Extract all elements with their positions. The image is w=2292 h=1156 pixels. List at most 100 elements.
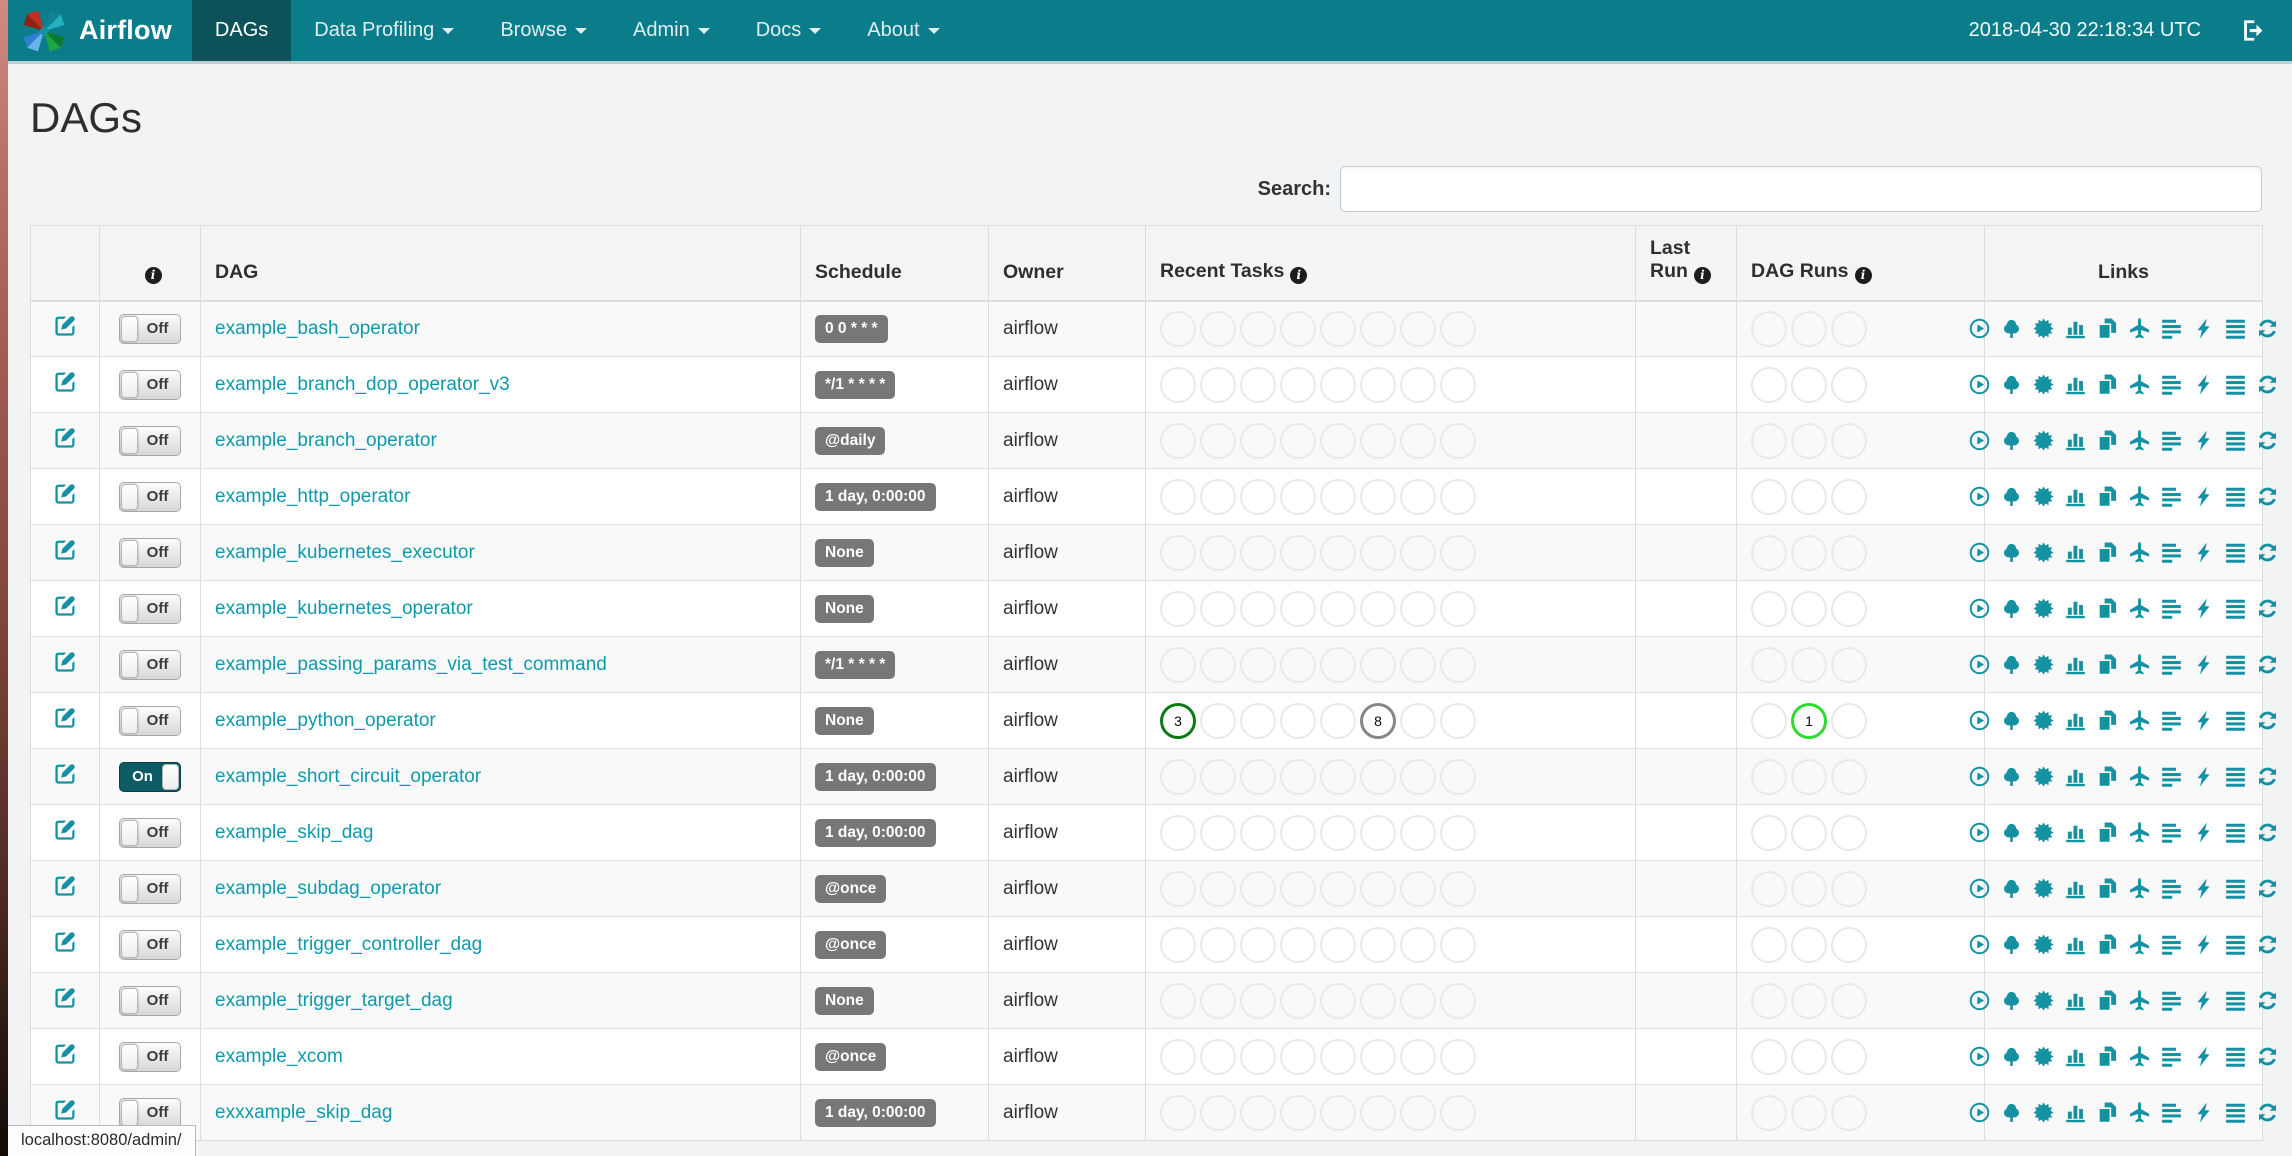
task-instances-icon[interactable] xyxy=(2224,1101,2247,1124)
task-instances-icon[interactable] xyxy=(2224,877,2247,900)
tree-view-icon[interactable] xyxy=(2000,821,2023,844)
dag-link[interactable]: example_http_operator xyxy=(215,486,410,507)
edit-dag-button[interactable] xyxy=(54,986,77,1009)
recent-task-circle[interactable] xyxy=(1400,646,1436,683)
task-tries-icon[interactable] xyxy=(2096,933,2119,956)
dag-link[interactable]: example_passing_params_via_test_command xyxy=(215,654,607,675)
dag-run-circle[interactable] xyxy=(1791,310,1827,347)
gantt-view-icon[interactable] xyxy=(2160,429,2183,452)
tree-view-icon[interactable] xyxy=(2000,1101,2023,1124)
code-view-icon[interactable] xyxy=(2192,765,2215,788)
task-tries-icon[interactable] xyxy=(2096,653,2119,676)
recent-task-circle[interactable] xyxy=(1320,1094,1356,1131)
task-tries-icon[interactable] xyxy=(2096,1101,2119,1124)
dag-link[interactable]: example_short_circuit_operator xyxy=(215,766,481,787)
code-view-icon[interactable] xyxy=(2192,877,2215,900)
code-view-icon[interactable] xyxy=(2192,373,2215,396)
recent-task-circle[interactable] xyxy=(1400,366,1436,403)
recent-task-circle[interactable] xyxy=(1280,1094,1316,1131)
recent-task-circle[interactable] xyxy=(1320,534,1356,571)
recent-task-circle[interactable] xyxy=(1200,926,1236,963)
task-duration-icon[interactable] xyxy=(2064,765,2087,788)
graph-view-icon[interactable] xyxy=(2032,1101,2055,1124)
landing-times-icon[interactable] xyxy=(2128,597,2151,620)
refresh-icon[interactable] xyxy=(2256,317,2279,340)
task-duration-icon[interactable] xyxy=(2064,877,2087,900)
recent-task-circle[interactable] xyxy=(1240,702,1276,739)
recent-task-circle[interactable] xyxy=(1440,422,1476,459)
recent-task-circle[interactable] xyxy=(1280,982,1316,1019)
dag-run-circle[interactable] xyxy=(1831,534,1867,571)
refresh-icon[interactable] xyxy=(2256,485,2279,508)
task-duration-icon[interactable] xyxy=(2064,541,2087,564)
edit-dag-button[interactable] xyxy=(54,538,77,561)
task-tries-icon[interactable] xyxy=(2096,765,2119,788)
dag-link[interactable]: example_subdag_operator xyxy=(215,878,441,899)
dag-run-circle[interactable] xyxy=(1831,590,1867,627)
trigger-dag-icon[interactable] xyxy=(1968,877,1991,900)
dag-run-circle[interactable] xyxy=(1831,926,1867,963)
dag-link[interactable]: example_skip_dag xyxy=(215,822,373,843)
recent-task-circle[interactable] xyxy=(1320,310,1356,347)
dag-link[interactable]: example_trigger_controller_dag xyxy=(215,934,482,955)
task-instances-icon[interactable] xyxy=(2224,709,2247,732)
gantt-view-icon[interactable] xyxy=(2160,1045,2183,1068)
task-tries-icon[interactable] xyxy=(2096,429,2119,452)
tree-view-icon[interactable] xyxy=(2000,541,2023,564)
recent-task-circle[interactable] xyxy=(1200,478,1236,515)
task-tries-icon[interactable] xyxy=(2096,485,2119,508)
dag-pause-toggle[interactable]: Off xyxy=(119,649,181,680)
gantt-view-icon[interactable] xyxy=(2160,653,2183,676)
task-instances-icon[interactable] xyxy=(2224,653,2247,676)
dag-run-circle[interactable] xyxy=(1831,478,1867,515)
dag-run-circle[interactable] xyxy=(1751,1094,1787,1131)
tree-view-icon[interactable] xyxy=(2000,317,2023,340)
dag-run-circle[interactable]: 1 xyxy=(1791,702,1827,739)
recent-task-circle[interactable] xyxy=(1240,366,1276,403)
dag-pause-toggle[interactable]: On xyxy=(119,761,181,792)
trigger-dag-icon[interactable] xyxy=(1968,1101,1991,1124)
code-view-icon[interactable] xyxy=(2192,597,2215,620)
recent-task-circle[interactable] xyxy=(1200,590,1236,627)
recent-task-circle[interactable] xyxy=(1280,310,1316,347)
refresh-icon[interactable] xyxy=(2256,933,2279,956)
dag-run-circle[interactable] xyxy=(1831,982,1867,1019)
trigger-dag-icon[interactable] xyxy=(1968,373,1991,396)
nav-docs[interactable]: Docs xyxy=(733,0,845,61)
graph-view-icon[interactable] xyxy=(2032,877,2055,900)
trigger-dag-icon[interactable] xyxy=(1968,653,1991,676)
dag-run-circle[interactable] xyxy=(1791,422,1827,459)
recent-task-circle[interactable] xyxy=(1440,926,1476,963)
graph-view-icon[interactable] xyxy=(2032,317,2055,340)
task-instances-icon[interactable] xyxy=(2224,989,2247,1012)
task-duration-icon[interactable] xyxy=(2064,653,2087,676)
refresh-icon[interactable] xyxy=(2256,877,2279,900)
refresh-icon[interactable] xyxy=(2256,429,2279,452)
recent-task-circle[interactable] xyxy=(1160,1094,1196,1131)
recent-task-circle[interactable] xyxy=(1360,1038,1396,1075)
edit-dag-button[interactable] xyxy=(54,482,77,505)
recent-task-circle[interactable] xyxy=(1200,646,1236,683)
recent-task-circle[interactable] xyxy=(1360,478,1396,515)
recent-task-circle[interactable] xyxy=(1320,422,1356,459)
recent-task-circle[interactable] xyxy=(1240,1038,1276,1075)
task-tries-icon[interactable] xyxy=(2096,709,2119,732)
graph-view-icon[interactable] xyxy=(2032,821,2055,844)
recent-task-circle[interactable] xyxy=(1320,590,1356,627)
dag-pause-toggle[interactable]: Off xyxy=(119,313,181,344)
gantt-view-icon[interactable] xyxy=(2160,877,2183,900)
gantt-view-icon[interactable] xyxy=(2160,1101,2183,1124)
recent-task-circle[interactable] xyxy=(1440,1038,1476,1075)
dag-link[interactable]: example_kubernetes_operator xyxy=(215,598,473,619)
recent-task-circle[interactable] xyxy=(1320,366,1356,403)
dag-run-circle[interactable] xyxy=(1751,702,1787,739)
recent-task-circle[interactable] xyxy=(1280,814,1316,851)
graph-view-icon[interactable] xyxy=(2032,765,2055,788)
recent-task-circle[interactable] xyxy=(1400,926,1436,963)
task-duration-icon[interactable] xyxy=(2064,597,2087,620)
gantt-view-icon[interactable] xyxy=(2160,709,2183,732)
edit-dag-button[interactable] xyxy=(54,594,77,617)
dag-run-circle[interactable] xyxy=(1831,758,1867,795)
task-tries-icon[interactable] xyxy=(2096,597,2119,620)
nav-about[interactable]: About xyxy=(844,0,962,61)
